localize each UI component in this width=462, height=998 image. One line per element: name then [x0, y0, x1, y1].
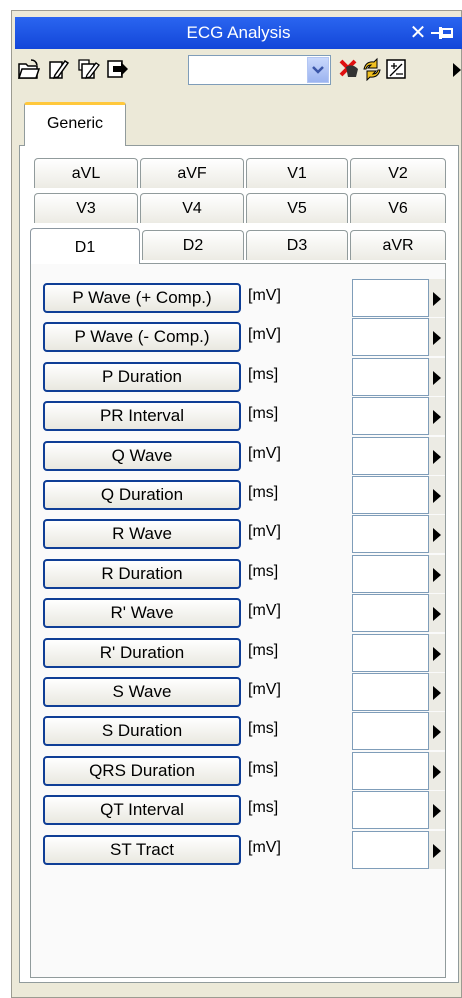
parameter-value-field[interactable]: [352, 752, 429, 790]
lead-tab-v3[interactable]: V3: [34, 193, 138, 223]
parameter-button[interactable]: ST Tract: [43, 835, 241, 865]
tab-generic-label: Generic: [46, 115, 104, 132]
calculate-icon[interactable]: [384, 57, 408, 81]
parameter-button[interactable]: Q Duration: [43, 480, 241, 510]
title-bar[interactable]: ECG Analysis ✕: [15, 17, 462, 49]
parameter-unit: [ms]: [248, 799, 279, 816]
parameter-unit: [ms]: [248, 760, 279, 777]
parameter-button[interactable]: PR Interval: [43, 401, 241, 431]
pin-icon[interactable]: [429, 24, 457, 42]
parameter-value-field[interactable]: [352, 712, 429, 750]
expand-arrow-icon[interactable]: [429, 279, 445, 317]
expand-arrow-icon[interactable]: [429, 752, 445, 790]
lead-tab-v1[interactable]: V1: [246, 158, 348, 188]
parameter-unit: [mV]: [248, 681, 281, 698]
expand-arrow-icon[interactable]: [429, 515, 445, 553]
parameter-value-field[interactable]: [352, 831, 429, 869]
edit-icon[interactable]: [47, 57, 71, 81]
expand-arrow-icon[interactable]: [429, 634, 445, 672]
selection-combo[interactable]: [188, 55, 331, 85]
parameter-value-field[interactable]: [352, 515, 429, 553]
lead-tab-v4[interactable]: V4: [140, 193, 244, 223]
parameter-button[interactable]: QRS Duration: [43, 756, 241, 786]
expand-arrow-icon[interactable]: [429, 358, 445, 396]
expand-arrow-icon[interactable]: [429, 437, 445, 475]
lead-tab-v5[interactable]: V5: [246, 193, 348, 223]
parameter-button[interactable]: R Wave: [43, 519, 241, 549]
expand-arrow-icon[interactable]: [429, 594, 445, 632]
parameter-button[interactable]: R' Wave: [43, 598, 241, 628]
parameter-button[interactable]: S Duration: [43, 716, 241, 746]
multi-edit-icon[interactable]: [77, 57, 101, 81]
parameter-value-field[interactable]: [352, 634, 429, 672]
expand-arrow-icon[interactable]: [429, 555, 445, 593]
parameter-value-field[interactable]: [352, 358, 429, 396]
expand-arrow-icon[interactable]: [429, 318, 445, 356]
parameter-button[interactable]: Q Wave: [43, 441, 241, 471]
parameter-unit: [ms]: [248, 405, 279, 422]
expand-arrow-icon[interactable]: [429, 476, 445, 514]
parameter-value-field[interactable]: [352, 476, 429, 514]
tab-generic[interactable]: Generic: [24, 102, 126, 146]
parameter-value-field[interactable]: [352, 673, 429, 711]
refresh-icon[interactable]: [360, 57, 384, 81]
parameter-unit: [mV]: [248, 839, 281, 856]
parameter-unit: [ms]: [248, 484, 279, 501]
parameter-value-field[interactable]: [352, 791, 429, 829]
export-icon[interactable]: [105, 57, 129, 81]
window-title: ECG Analysis: [186, 23, 291, 42]
close-icon[interactable]: ✕: [408, 17, 428, 49]
parameter-button[interactable]: QT Interval: [43, 795, 241, 825]
expand-arrow-icon[interactable]: [429, 673, 445, 711]
parameter-unit: [mV]: [248, 287, 281, 304]
parameter-button[interactable]: P Wave (+ Comp.): [43, 283, 241, 313]
parameter-button[interactable]: R' Duration: [43, 638, 241, 668]
parameter-button[interactable]: P Wave (- Comp.): [43, 322, 241, 352]
expand-arrow-icon[interactable]: [429, 831, 445, 869]
expand-arrow-icon[interactable]: [429, 712, 445, 750]
parameter-value-field[interactable]: [352, 318, 429, 356]
window-margin: [0, 0, 11, 998]
lead-tab-d2[interactable]: D2: [142, 230, 244, 260]
parameter-unit: [ms]: [248, 720, 279, 737]
chevron-down-icon[interactable]: [307, 57, 329, 83]
parameter-unit: [mV]: [248, 523, 281, 540]
parameter-value-field[interactable]: [352, 555, 429, 593]
lead-tab-d3[interactable]: D3: [246, 230, 348, 260]
lead-tab-avr[interactable]: aVR: [350, 230, 446, 260]
delete-icon[interactable]: [337, 57, 361, 81]
parameter-unit: [ms]: [248, 642, 279, 659]
expand-arrow-icon[interactable]: [429, 791, 445, 829]
lead-tab-v6[interactable]: V6: [350, 193, 446, 223]
parameter-value-field[interactable]: [352, 437, 429, 475]
parameter-button[interactable]: R Duration: [43, 559, 241, 589]
parameter-unit: [mV]: [248, 326, 281, 343]
parameter-value-field[interactable]: [352, 397, 429, 435]
lead-tab-avl[interactable]: aVL: [34, 158, 138, 188]
more-icon[interactable]: [452, 60, 462, 80]
expand-arrow-icon[interactable]: [429, 397, 445, 435]
lead-tab-v2[interactable]: V2: [350, 158, 446, 188]
lead-tab-d1[interactable]: D1: [30, 228, 140, 264]
lead-tab-avf[interactable]: aVF: [140, 158, 244, 188]
parameter-unit: [mV]: [248, 445, 281, 462]
parameter-button[interactable]: S Wave: [43, 677, 241, 707]
parameter-value-field[interactable]: [352, 279, 429, 317]
parameter-button[interactable]: P Duration: [43, 362, 241, 392]
parameter-unit: [ms]: [248, 563, 279, 580]
parameter-value-field[interactable]: [352, 594, 429, 632]
parameter-unit: [ms]: [248, 366, 279, 383]
parameter-unit: [mV]: [248, 602, 281, 619]
open-folder-icon[interactable]: [17, 57, 41, 81]
